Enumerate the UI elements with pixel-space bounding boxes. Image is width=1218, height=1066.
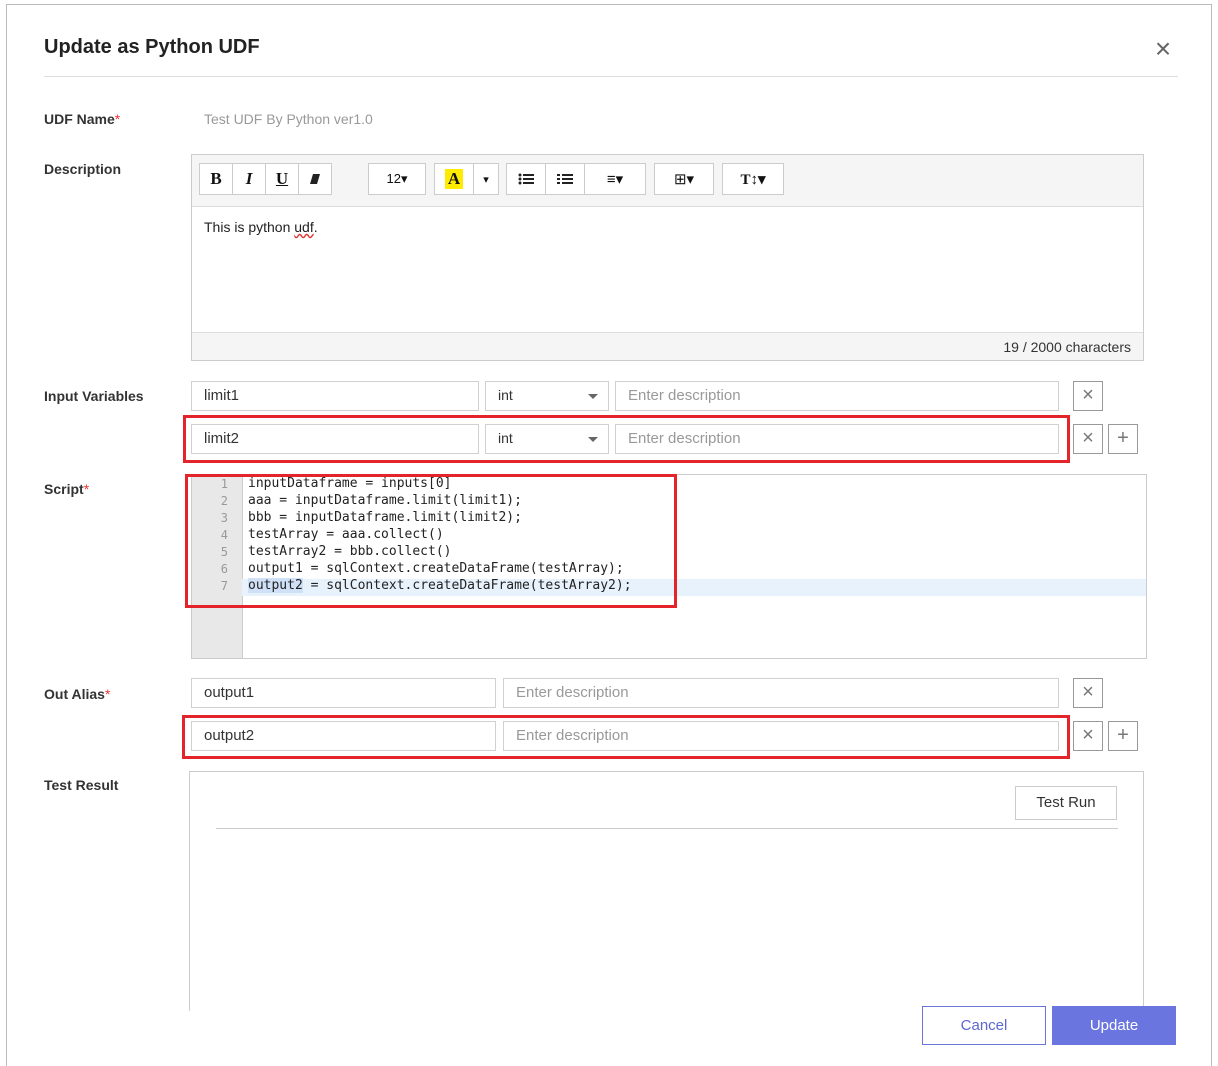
dialog-title: Update as Python UDF: [44, 36, 260, 58]
underline-button[interactable]: U: [265, 163, 299, 195]
eraser-button[interactable]: [298, 163, 332, 195]
title-divider: [44, 76, 1178, 77]
description-editor[interactable]: B I U 12▾ A ▾ ≡▾ ⊞▾ T↕▾ This is python u…: [191, 154, 1144, 361]
input-variable-description[interactable]: Enter description: [615, 381, 1059, 411]
required-mark: *: [114, 111, 121, 127]
bold-button[interactable]: B: [199, 163, 233, 195]
add-row-icon[interactable]: +: [1108, 721, 1138, 751]
input-variable-type[interactable]: int: [485, 424, 609, 454]
result-divider: [216, 828, 1118, 829]
out-alias-description[interactable]: Enter description: [503, 678, 1059, 708]
code-line: inputDataframe = inputs[0]: [248, 476, 452, 491]
input-variables-label: Input Variables: [44, 388, 144, 404]
bullet-list-icon: [518, 173, 534, 185]
remove-row-icon[interactable]: ×: [1073, 381, 1103, 411]
code-line: bbb = inputDataframe.limit(limit2);: [248, 510, 522, 525]
test-run-button[interactable]: Test Run: [1015, 786, 1117, 820]
test-result-label: Test Result: [44, 777, 119, 793]
out-alias-label: Out Alias*: [44, 686, 111, 702]
code-line: testArray = aaa.collect(): [248, 527, 444, 542]
font-size-select[interactable]: 12▾: [368, 163, 426, 195]
align-select[interactable]: ≡▾: [584, 163, 646, 195]
script-editor[interactable]: 1 2 3 4 5 6 7 inputDataframe = inputs[0]…: [191, 474, 1147, 659]
numbered-list-button[interactable]: [545, 163, 585, 195]
udf-name-label: UDF Name*: [44, 111, 121, 127]
numbered-list-icon: [557, 174, 573, 184]
input-variable-name[interactable]: limit2: [191, 424, 479, 454]
required-mark: *: [104, 686, 111, 702]
out-alias-name[interactable]: output1: [191, 678, 496, 708]
input-variable-type[interactable]: int: [485, 381, 609, 411]
add-row-icon[interactable]: +: [1108, 424, 1138, 454]
italic-button[interactable]: I: [232, 163, 266, 195]
chevron-down-icon: [588, 437, 598, 442]
line-number: 3: [220, 511, 228, 525]
description-label: Description: [44, 161, 122, 177]
bullet-list-button[interactable]: [506, 163, 546, 195]
remove-row-icon[interactable]: ×: [1073, 678, 1103, 708]
remove-row-icon[interactable]: ×: [1073, 424, 1103, 454]
chevron-down-icon: [588, 394, 598, 399]
font-color-icon: A: [444, 169, 464, 189]
close-icon[interactable]: ×: [1150, 35, 1176, 63]
cancel-button[interactable]: Cancel: [922, 1006, 1046, 1045]
remove-row-icon[interactable]: ×: [1073, 721, 1103, 751]
test-result-panel: Test Run: [189, 771, 1144, 1011]
input-variable-description[interactable]: Enter description: [615, 424, 1059, 454]
out-alias-name[interactable]: output2: [191, 721, 496, 751]
line-height-button[interactable]: T↕▾: [722, 163, 784, 195]
udf-name-value: Test UDF By Python ver1.0: [204, 111, 373, 127]
out-alias-description[interactable]: Enter description: [503, 721, 1059, 751]
script-label: Script*: [44, 481, 90, 497]
font-color-dropdown[interactable]: ▾: [473, 163, 499, 195]
editor-toolbar: B I U 12▾ A ▾ ≡▾ ⊞▾ T↕▾: [192, 155, 1143, 207]
update-button[interactable]: Update: [1052, 1006, 1176, 1045]
line-number: 4: [220, 528, 228, 542]
font-color-button[interactable]: A: [434, 163, 474, 195]
eraser-icon: [310, 174, 320, 184]
code-line: testArray2 = bbb.collect(): [248, 544, 452, 559]
line-number: 6: [220, 562, 228, 576]
line-number: 5: [220, 545, 228, 559]
character-counter: 19 / 2000 characters: [192, 332, 1143, 360]
line-number: 2: [220, 494, 228, 508]
table-button[interactable]: ⊞▾: [654, 163, 714, 195]
input-variable-name[interactable]: limit1: [191, 381, 479, 411]
code-line: output1 = sqlContext.createDataFrame(tes…: [248, 561, 624, 576]
code-line: output2 = sqlContext.createDataFrame(tes…: [248, 578, 632, 593]
line-number: 7: [220, 579, 228, 593]
required-mark: *: [83, 481, 90, 497]
code-line: aaa = inputDataframe.limit(limit1);: [248, 493, 522, 508]
description-text: This is python udf.: [204, 219, 318, 235]
line-number: 1: [220, 477, 228, 491]
